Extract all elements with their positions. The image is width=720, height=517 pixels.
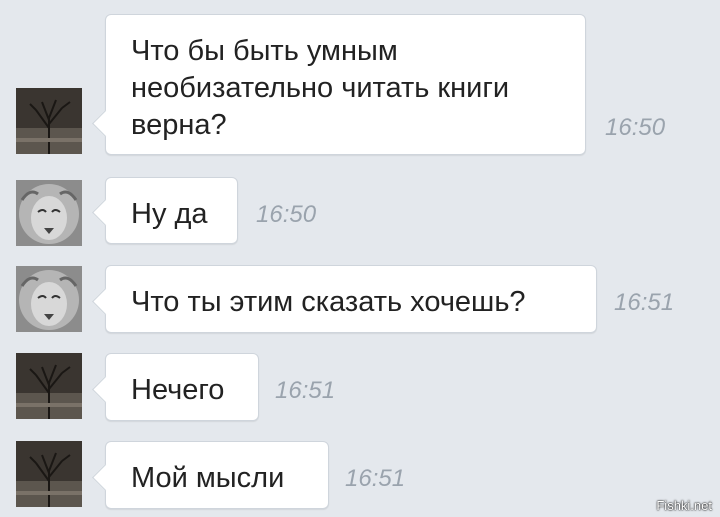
message-bubble[interactable]: Что бы быть умным необизательно читать к… (105, 14, 586, 155)
message-text: Что ты этим сказать хочешь? (131, 286, 526, 318)
message-time: 16:51 (345, 465, 406, 492)
avatar-dark-tree-icon[interactable] (16, 353, 82, 419)
message-text: Мой мысли (131, 462, 285, 494)
avatar-dark-tree-icon[interactable] (16, 88, 82, 154)
message-text: Что бы быть умным необизательно читать к… (131, 35, 510, 141)
message-text: Ну да (131, 198, 208, 230)
watermark: Fishki.net (656, 498, 712, 513)
message-bubble[interactable]: Нечего (105, 353, 259, 421)
message-bubble[interactable]: Что ты этим сказать хочешь? (105, 265, 597, 333)
message-time: 16:50 (605, 114, 666, 141)
message-text: Нечего (131, 374, 225, 406)
message-bubble[interactable]: Ну да (105, 177, 238, 244)
message-bubble[interactable]: Мой мысли (105, 441, 329, 509)
message-time: 16:51 (614, 289, 675, 316)
avatar-lion-icon[interactable] (16, 266, 82, 332)
message-time: 16:50 (256, 201, 317, 228)
avatar-lion-icon[interactable] (16, 180, 82, 246)
avatar-dark-tree-icon[interactable] (16, 441, 82, 507)
message-time: 16:51 (275, 377, 336, 404)
